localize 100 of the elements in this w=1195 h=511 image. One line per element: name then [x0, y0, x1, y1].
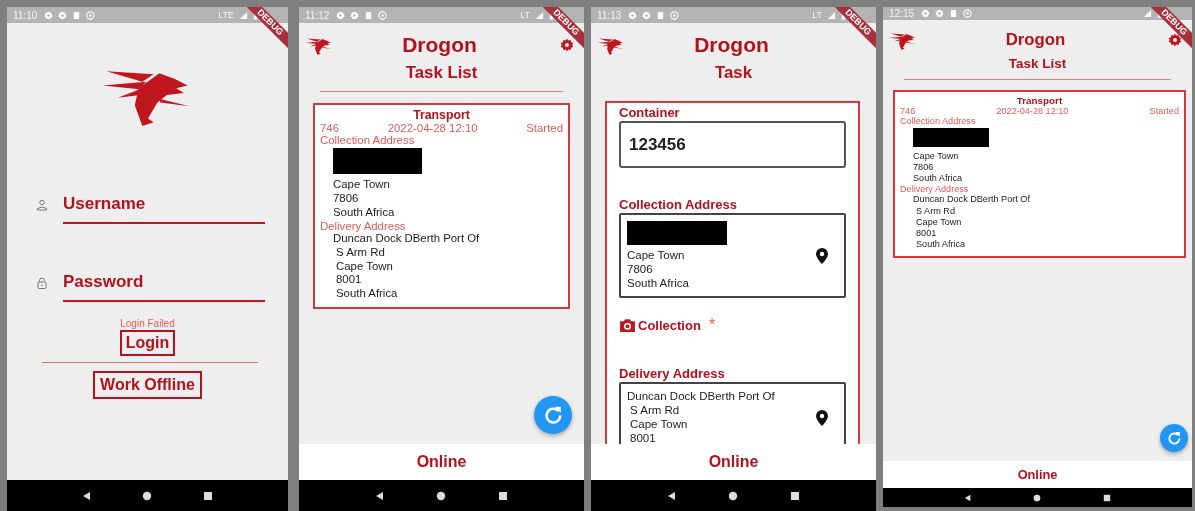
photo-label: Collection — [638, 317, 701, 333]
network-label: LT — [812, 10, 822, 20]
network-label: LT — [520, 10, 530, 20]
error-message: Login Failed — [119, 318, 176, 329]
page-title: Task List — [1007, 56, 1068, 71]
address-line: 7806 — [627, 262, 654, 277]
container-field[interactable]: 123456 — [619, 121, 846, 168]
address-line: Cape Town — [915, 216, 963, 228]
signal-icon — [239, 10, 248, 20]
address-line: 8001 — [335, 273, 363, 288]
address-line: 7806 — [332, 191, 360, 206]
settings-icon[interactable] — [560, 38, 574, 52]
address-line: 8001 — [629, 431, 657, 444]
signal-icon — [535, 10, 544, 20]
address-line: Cape Town — [629, 418, 689, 432]
sync-icon — [670, 10, 680, 20]
lock-icon — [36, 277, 48, 289]
gear-icon — [336, 10, 346, 20]
required-mark: * — [708, 315, 716, 336]
address-line: Duncan Dock DBerth Port Of — [333, 231, 481, 246]
field-label: Collection Address — [619, 197, 738, 212]
page-title: Task List — [404, 63, 479, 83]
task-status: Started — [1149, 106, 1179, 116]
address-label: Delivery Address — [320, 219, 407, 232]
home-icon[interactable] — [436, 490, 447, 501]
home-icon[interactable] — [142, 490, 153, 501]
settings-icon[interactable] — [1168, 33, 1182, 47]
address-line: S Arm Rd — [335, 245, 386, 260]
map-pin-icon[interactable] — [816, 247, 828, 264]
recents-icon[interactable] — [202, 490, 213, 501]
signal-icon — [827, 10, 836, 20]
password-field[interactable]: Password — [63, 264, 265, 302]
address-line: Cape Town — [332, 178, 391, 192]
address-line: Cape Town — [912, 151, 960, 163]
address-label: Collection Address — [320, 134, 416, 146]
refresh-button[interactable] — [1160, 424, 1188, 452]
app-title: Drogon — [402, 33, 477, 57]
status-time: 11:12 — [305, 9, 330, 21]
home-icon[interactable] — [728, 490, 739, 501]
back-icon[interactable] — [82, 490, 93, 501]
address-line: Duncan Dock DBerth Port Of — [627, 390, 776, 405]
status-time: 12:15 — [889, 8, 915, 19]
camera-icon[interactable] — [619, 317, 636, 333]
address-line: South Africa — [335, 287, 399, 302]
connection-status: Online — [416, 453, 467, 471]
sync-icon — [963, 9, 973, 18]
address-line: South Africa — [912, 173, 964, 185]
gear-icon — [44, 10, 54, 20]
task-status: Started — [526, 122, 563, 134]
sd-card-icon — [656, 10, 666, 20]
address-line: S Arm Rd — [915, 205, 956, 217]
home-icon[interactable] — [1033, 493, 1042, 502]
gear-icon — [935, 9, 945, 18]
task-card[interactable]: Transport 746 2022-04-28 12:10 Started Collection Address Cape Town 7806 South Africa Delivery Address Duncan Dock DBerth Port Of S Arm Rd Cape Town 8001 South Africa — [313, 103, 570, 310]
address-line: Duncan Dock DBerth Port Of — [912, 194, 1031, 206]
address-line: Cape Town — [627, 249, 686, 263]
address-line: S Arm Rd — [629, 404, 681, 418]
back-icon[interactable] — [374, 490, 385, 501]
task-type: Transport — [1015, 95, 1064, 106]
gear-icon — [921, 9, 931, 18]
address-line: South Africa — [627, 276, 690, 291]
sd-card-icon — [364, 10, 374, 20]
username-field[interactable]: Username — [63, 186, 265, 224]
sync-icon — [86, 10, 96, 20]
status-time: 11:10 — [13, 9, 38, 21]
map-pin-icon[interactable] — [816, 410, 828, 426]
task-type: Transport — [412, 108, 471, 122]
recents-icon[interactable] — [1103, 493, 1112, 502]
sync-icon — [378, 10, 388, 20]
person-icon — [36, 199, 48, 211]
sd-card-icon — [949, 9, 959, 18]
gear-icon — [58, 10, 68, 20]
page-title: Task — [714, 63, 753, 83]
sd-card-icon — [72, 10, 82, 20]
login-button[interactable]: Login — [119, 330, 176, 356]
address-line: 7806 — [912, 162, 935, 174]
task-date: 2022-04-28 12:10 — [387, 122, 478, 134]
work-offline-button[interactable]: Work Offline — [93, 371, 202, 399]
gear-icon — [642, 10, 652, 20]
address-label: Collection Address — [900, 116, 977, 126]
back-icon[interactable] — [963, 493, 972, 502]
refresh-button[interactable] — [534, 396, 572, 434]
task-number: 746 — [900, 106, 916, 116]
recents-icon[interactable] — [790, 490, 801, 501]
address-line: Cape Town — [335, 259, 394, 274]
signal-icon — [1143, 9, 1152, 18]
status-time: 11:13 — [597, 9, 622, 21]
address-line: South Africa — [915, 238, 967, 250]
recents-icon[interactable] — [498, 490, 509, 501]
task-card[interactable]: Transport 746 2022-04-28 12:10 Started Collection Address Cape Town 7806 South Africa Delivery Address Duncan Dock DBerth Port Of S Arm Rd Cape Town 8001 South Africa — [893, 90, 1186, 258]
network-label: LTE — [218, 10, 234, 20]
gear-icon — [350, 10, 360, 20]
task-date: 2022-04-28 12:10 — [996, 106, 1069, 116]
field-label: Container — [619, 105, 681, 120]
app-title: Drogon — [1005, 30, 1066, 50]
connection-status: Online — [708, 453, 759, 471]
address-label: Delivery Address — [900, 184, 970, 195]
app-title: Drogon — [694, 33, 769, 57]
back-icon[interactable] — [666, 490, 677, 501]
refresh-icon — [1165, 429, 1183, 447]
